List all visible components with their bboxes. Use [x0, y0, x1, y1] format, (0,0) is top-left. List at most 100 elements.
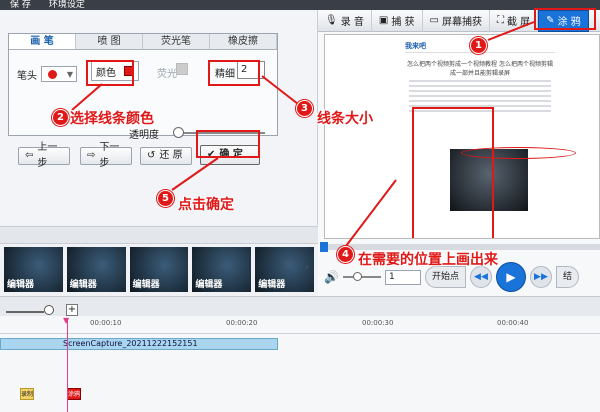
- thumb-label: 编辑器: [7, 280, 35, 290]
- screenshot-label: 截 屏: [506, 17, 531, 28]
- undo-label: 上一步: [37, 142, 58, 169]
- step5-note: 点击确定: [178, 197, 234, 213]
- redo-button[interactable]: ⇨ 下一步: [80, 142, 132, 169]
- tick-label: 00:00:30: [362, 319, 394, 327]
- alpha-slider-knob[interactable]: [173, 127, 184, 138]
- tab-brush[interactable]: 画 笔: [9, 34, 76, 49]
- tick-label: 00:00:20: [226, 319, 258, 327]
- step2-note: 选择线条颜色: [70, 111, 154, 127]
- microphone-icon: 🎙: [325, 15, 338, 26]
- doc-line: [409, 95, 551, 97]
- speaker-icon[interactable]: 🔊: [324, 270, 339, 284]
- tick-label: 00:00:10: [90, 319, 122, 327]
- restore-icon: ↺: [147, 150, 156, 161]
- thumb-item[interactable]: 编辑器: [192, 247, 252, 292]
- start-point-button[interactable]: 开始点: [424, 266, 466, 288]
- highlight-thickness: [208, 60, 260, 86]
- thumb-strip-header: [0, 226, 318, 244]
- zoom-slider-knob[interactable]: [44, 305, 54, 315]
- tab-spray[interactable]: 喷 图: [76, 34, 143, 49]
- doc-title: 怎么把两个视频剪成一个视频教程 怎么把两个视频剪辑成一部并且能剪辑录屏: [407, 61, 553, 77]
- capture-label: 捕 获: [391, 17, 415, 28]
- preview-canvas[interactable]: 我来吧 怎么把两个视频剪成一个视频教程 怎么把两个视频剪辑成一部并且能剪辑录屏: [324, 34, 600, 239]
- screen-capture-label: 屏幕捕获: [441, 17, 482, 28]
- monitor-icon: ▭: [429, 15, 439, 26]
- highlight-graffiti: [534, 8, 596, 30]
- restore-label: 还 原: [159, 150, 183, 161]
- document-preview: 我来吧 怎么把两个视频剪成一个视频教程 怎么把两个视频剪辑成一部并且能剪辑录屏: [405, 39, 555, 238]
- step-badge-2: 2: [52, 109, 69, 126]
- doc-line: [409, 85, 551, 87]
- brush-head-label: 笔头: [17, 70, 37, 82]
- arrow-left-icon: ⇦: [25, 150, 34, 161]
- tab-eraser[interactable]: 橡皮擦: [210, 34, 277, 49]
- drawn-red-oval: [461, 147, 576, 159]
- tab-highlighter[interactable]: 荧光笔: [143, 34, 210, 49]
- step-badge-4: 4: [337, 246, 354, 263]
- timeline: 00:00:10 00:00:20 00:00:30 00:00:40 Scre…: [0, 316, 600, 412]
- app-window: 保 存 环境设定 画 笔 喷 图 荧光笔 橡皮擦 笔头 ▼ 颜色 荧光 精细 2…: [0, 0, 600, 412]
- thumb-label: 编辑器: [132, 280, 160, 290]
- video-clip[interactable]: ScreenCapture_20211222152151: [0, 338, 278, 350]
- highlighter-swatch[interactable]: [176, 63, 188, 75]
- menu-settings[interactable]: 环境设定: [49, 0, 85, 10]
- zoom-in-icon[interactable]: +: [66, 304, 78, 316]
- top-menu-bar: 保 存 环境设定: [0, 0, 600, 10]
- thumb-strip: 编辑器 编辑器 编辑器 编辑器 编辑器: [0, 244, 318, 296]
- timeline-zoom-bar: [0, 296, 600, 316]
- playhead[interactable]: [67, 318, 68, 412]
- arrow-right-icon: ⇨: [87, 150, 96, 161]
- undo-button[interactable]: ⇦ 上一步: [18, 142, 70, 169]
- doc-line: [409, 90, 551, 92]
- timeline-ruler[interactable]: 00:00:10 00:00:20 00:00:30 00:00:40: [0, 316, 600, 334]
- brush-dot-icon: [48, 70, 57, 79]
- chevron-down-icon: ▼: [66, 70, 73, 79]
- end-point-button[interactable]: 结: [555, 266, 579, 288]
- highlight-ok: [196, 130, 260, 158]
- tick-label: 00:00:40: [497, 319, 529, 327]
- capture-button[interactable]: ▣ 捕 获: [372, 9, 423, 32]
- doc-line: [409, 110, 551, 112]
- brush-head-select[interactable]: ▼: [41, 66, 77, 82]
- prev-icon[interactable]: ◀◀: [469, 266, 492, 288]
- graffiti-marker[interactable]: 涂鸦: [67, 388, 81, 400]
- thumb-item[interactable]: 编辑器: [66, 247, 126, 292]
- step-badge-3: 3: [296, 100, 313, 117]
- thumb-item[interactable]: 编辑器: [129, 247, 189, 292]
- playhead-handle-icon[interactable]: ▼: [63, 316, 69, 325]
- volume-knob[interactable]: [352, 272, 362, 281]
- screenshot-button[interactable]: ⛶ 截 屏: [490, 9, 539, 32]
- alpha-label: 透明度: [129, 130, 159, 141]
- strip-next-icon[interactable]: ›: [305, 262, 309, 273]
- brush-head-row: 笔头 ▼: [17, 66, 77, 82]
- record-label: 录 音: [340, 17, 364, 28]
- menu-save[interactable]: 保 存: [10, 0, 31, 10]
- step-badge-1: 1: [470, 37, 487, 54]
- record-button[interactable]: 🎙 录 音: [318, 9, 372, 32]
- doc-brand: 我来吧: [405, 41, 426, 50]
- thumb-label: 编辑器: [195, 280, 223, 290]
- screenshot-icon: ⛶: [496, 15, 504, 26]
- thumb-label: 编辑器: [258, 280, 286, 290]
- page-select[interactable]: 1: [384, 269, 421, 285]
- volume-slider[interactable]: [342, 272, 381, 281]
- doc-line: [409, 80, 551, 82]
- step3-note: 线条大小: [317, 111, 373, 127]
- redo-label: 下一步: [99, 142, 120, 169]
- thumb-item[interactable]: 编辑器: [4, 247, 63, 292]
- highlight-color: [86, 60, 134, 86]
- doc-line: [409, 105, 551, 107]
- screen-capture-button[interactable]: ▭ 屏幕捕获: [423, 9, 490, 32]
- restore-button[interactable]: ↺ 还 原: [140, 147, 192, 165]
- next-icon[interactable]: ▶▶: [529, 266, 552, 288]
- step4-note: 在需要的位置上画出来: [358, 252, 498, 268]
- play-icon[interactable]: ▶: [495, 262, 526, 292]
- camera-icon: ▣: [378, 15, 389, 26]
- thumb-label: 编辑器: [69, 280, 97, 290]
- record-marker[interactable]: 录制: [20, 388, 34, 400]
- zoom-slider-track[interactable]: [6, 311, 44, 313]
- preview-progress-knob[interactable]: [320, 242, 328, 252]
- doc-line: [409, 100, 551, 102]
- step-badge-5: 5: [157, 190, 174, 207]
- highlighter-label: 荧光: [157, 69, 177, 80]
